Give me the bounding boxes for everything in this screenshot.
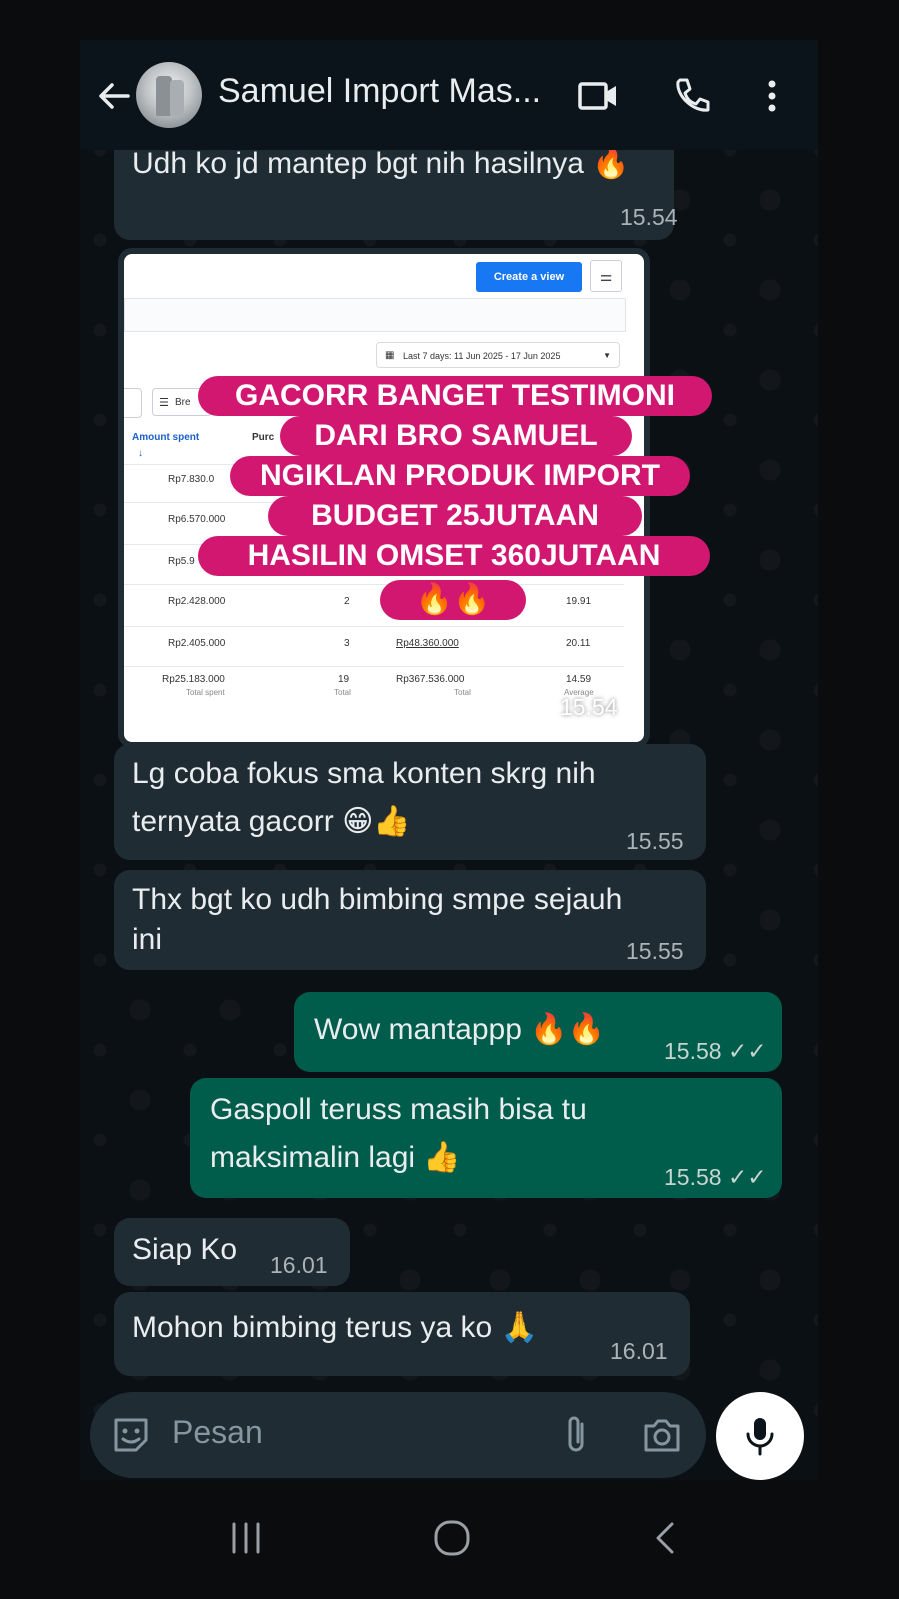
- message-bubble-incoming[interactable]: Mohon bimbing terus ya ko 🙏 16.01: [114, 1292, 690, 1376]
- chat-header: Samuel Import Mas...: [80, 40, 818, 150]
- table-cell: Rp2.428.000: [168, 596, 226, 607]
- paperclip-icon[interactable]: [560, 1414, 596, 1456]
- total-cell: Rp367.536.000: [396, 674, 465, 685]
- pray-emoji: 🙏: [500, 1311, 538, 1344]
- message-bubble-incoming[interactable]: Thx bgt ko udh bimbing smpe sejauh ini 1…: [114, 870, 706, 970]
- message-text: Gaspoll teruss masih bisa tu: [210, 1093, 587, 1126]
- total-cell: Rp25.183.000: [162, 674, 225, 685]
- message-time: 15.54: [560, 694, 618, 720]
- chat-screen: Samuel Import Mas... Udh ko jd mantep bg…: [80, 40, 818, 1480]
- message-time: 16.01: [270, 1252, 328, 1278]
- message-text: Udh ko jd mantep bgt nih hasilnya: [132, 147, 584, 180]
- create-view-button: Create a view: [476, 262, 582, 292]
- message-bubble-incoming[interactable]: Lg coba fokus sma konten skrg nih ternya…: [114, 744, 706, 860]
- column-header-amount: Amount spent: [132, 432, 200, 443]
- more-vert-icon[interactable]: [750, 74, 794, 118]
- list-icon: ☰: [159, 397, 169, 409]
- calendar-icon: ▦: [385, 350, 395, 361]
- table-cell: 2: [344, 596, 350, 607]
- mic-button[interactable]: [716, 1392, 804, 1480]
- phone-icon[interactable]: [670, 74, 714, 118]
- contact-name[interactable]: Samuel Import Mas...: [218, 72, 541, 111]
- message-text: maksimalin lagi: [210, 1141, 416, 1174]
- total-cell: 19: [338, 674, 350, 685]
- home-icon[interactable]: [430, 1516, 474, 1560]
- message-time: 15.58: [664, 1164, 722, 1190]
- message-text: ternyata gacorr: [132, 805, 334, 838]
- message-input-bar[interactable]: Pesan: [90, 1392, 706, 1478]
- message-time: 16.01: [610, 1338, 668, 1364]
- video-call-icon[interactable]: [576, 74, 620, 118]
- message-text: Lg coba fokus sma konten skrg nih: [132, 757, 596, 790]
- table-cell: Rp48.360.000: [396, 638, 459, 649]
- overlay-line: NGIKLAN PRODUK IMPORT: [230, 456, 690, 496]
- filter-icon: ⚌: [590, 260, 622, 292]
- message-text: Mohon bimbing terus ya ko: [132, 1311, 493, 1344]
- overlay-line: GACORR BANGET TESTIMONI: [198, 376, 712, 416]
- message-input[interactable]: Pesan: [172, 1414, 263, 1451]
- double-check-icon: ✓✓: [727, 1038, 767, 1064]
- date-range: ▦ Last 7 days: 11 Jun 2025 - 17 Jun 2025…: [376, 342, 620, 368]
- table-cell: 19.91: [566, 596, 592, 607]
- system-nav-bar: [0, 1480, 899, 1599]
- double-check-icon: ✓✓: [727, 1164, 767, 1190]
- table-cell: Rp2.405.000: [168, 638, 226, 649]
- overlay-line: DARI BRO SAMUEL: [280, 416, 632, 456]
- message-time: 15.54: [620, 204, 678, 230]
- table-cell: Rp7.830.0: [168, 474, 215, 485]
- dropdown-stub: [124, 388, 142, 418]
- total-label: Total: [454, 688, 471, 697]
- overlay-line: HASILIN OMSET 360JUTAAN: [198, 536, 710, 576]
- overlay-fire-emoji: 🔥🔥: [380, 580, 526, 620]
- fire-emoji: 🔥🔥: [530, 1013, 605, 1046]
- sort-arrow-icon: ↓: [138, 448, 143, 459]
- mic-icon: [746, 1418, 774, 1456]
- arrow-left-icon[interactable]: [94, 76, 134, 116]
- table-cell: 20.11: [566, 638, 591, 649]
- column-header-purchases: Purc: [252, 432, 275, 443]
- back-nav-icon[interactable]: [646, 1518, 686, 1558]
- message-bubble-incoming[interactable]: Siap Ko 16.01: [114, 1218, 350, 1286]
- total-cell: 14.59: [566, 674, 592, 685]
- table-cell: 3: [344, 638, 350, 649]
- message-bubble-incoming[interactable]: Udh ko jd mantep bgt nih hasilnya 🔥 15.5…: [114, 136, 678, 240]
- overlay-line: BUDGET 25JUTAAN: [268, 496, 642, 536]
- message-bubble-outgoing[interactable]: Wow mantappp 🔥🔥 15.58 ✓✓: [294, 992, 782, 1072]
- chevron-down-icon: ▼: [603, 351, 611, 360]
- total-label: Total spent: [186, 688, 225, 697]
- search-bar: [124, 298, 626, 332]
- table-cell: Rp5.9: [168, 556, 195, 567]
- thumbs-up-emoji: 👍: [423, 1141, 461, 1174]
- table-cell: Rp6.570.000: [168, 514, 226, 525]
- camera-icon[interactable]: [640, 1414, 684, 1456]
- message-text: Wow mantappp: [314, 1013, 522, 1046]
- fire-emoji: 🔥: [592, 147, 630, 180]
- message-text: Siap Ko: [132, 1233, 238, 1266]
- sticker-icon[interactable]: [110, 1414, 152, 1456]
- message-time: 15.55: [626, 828, 684, 854]
- message-text: ini: [132, 923, 163, 956]
- message-time: 15.58: [664, 1038, 722, 1064]
- message-bubble-outgoing[interactable]: Gaspoll teruss masih bisa tu maksimalin …: [190, 1078, 782, 1198]
- grin-thumbs-emoji: 😁👍: [342, 805, 411, 838]
- message-text: Thx bgt ko udh bimbing smpe sejauh: [132, 883, 623, 916]
- total-label: Total: [334, 688, 351, 697]
- message-time: 15.55: [626, 938, 684, 964]
- avatar[interactable]: [136, 62, 202, 128]
- recent-apps-icon[interactable]: [226, 1518, 266, 1558]
